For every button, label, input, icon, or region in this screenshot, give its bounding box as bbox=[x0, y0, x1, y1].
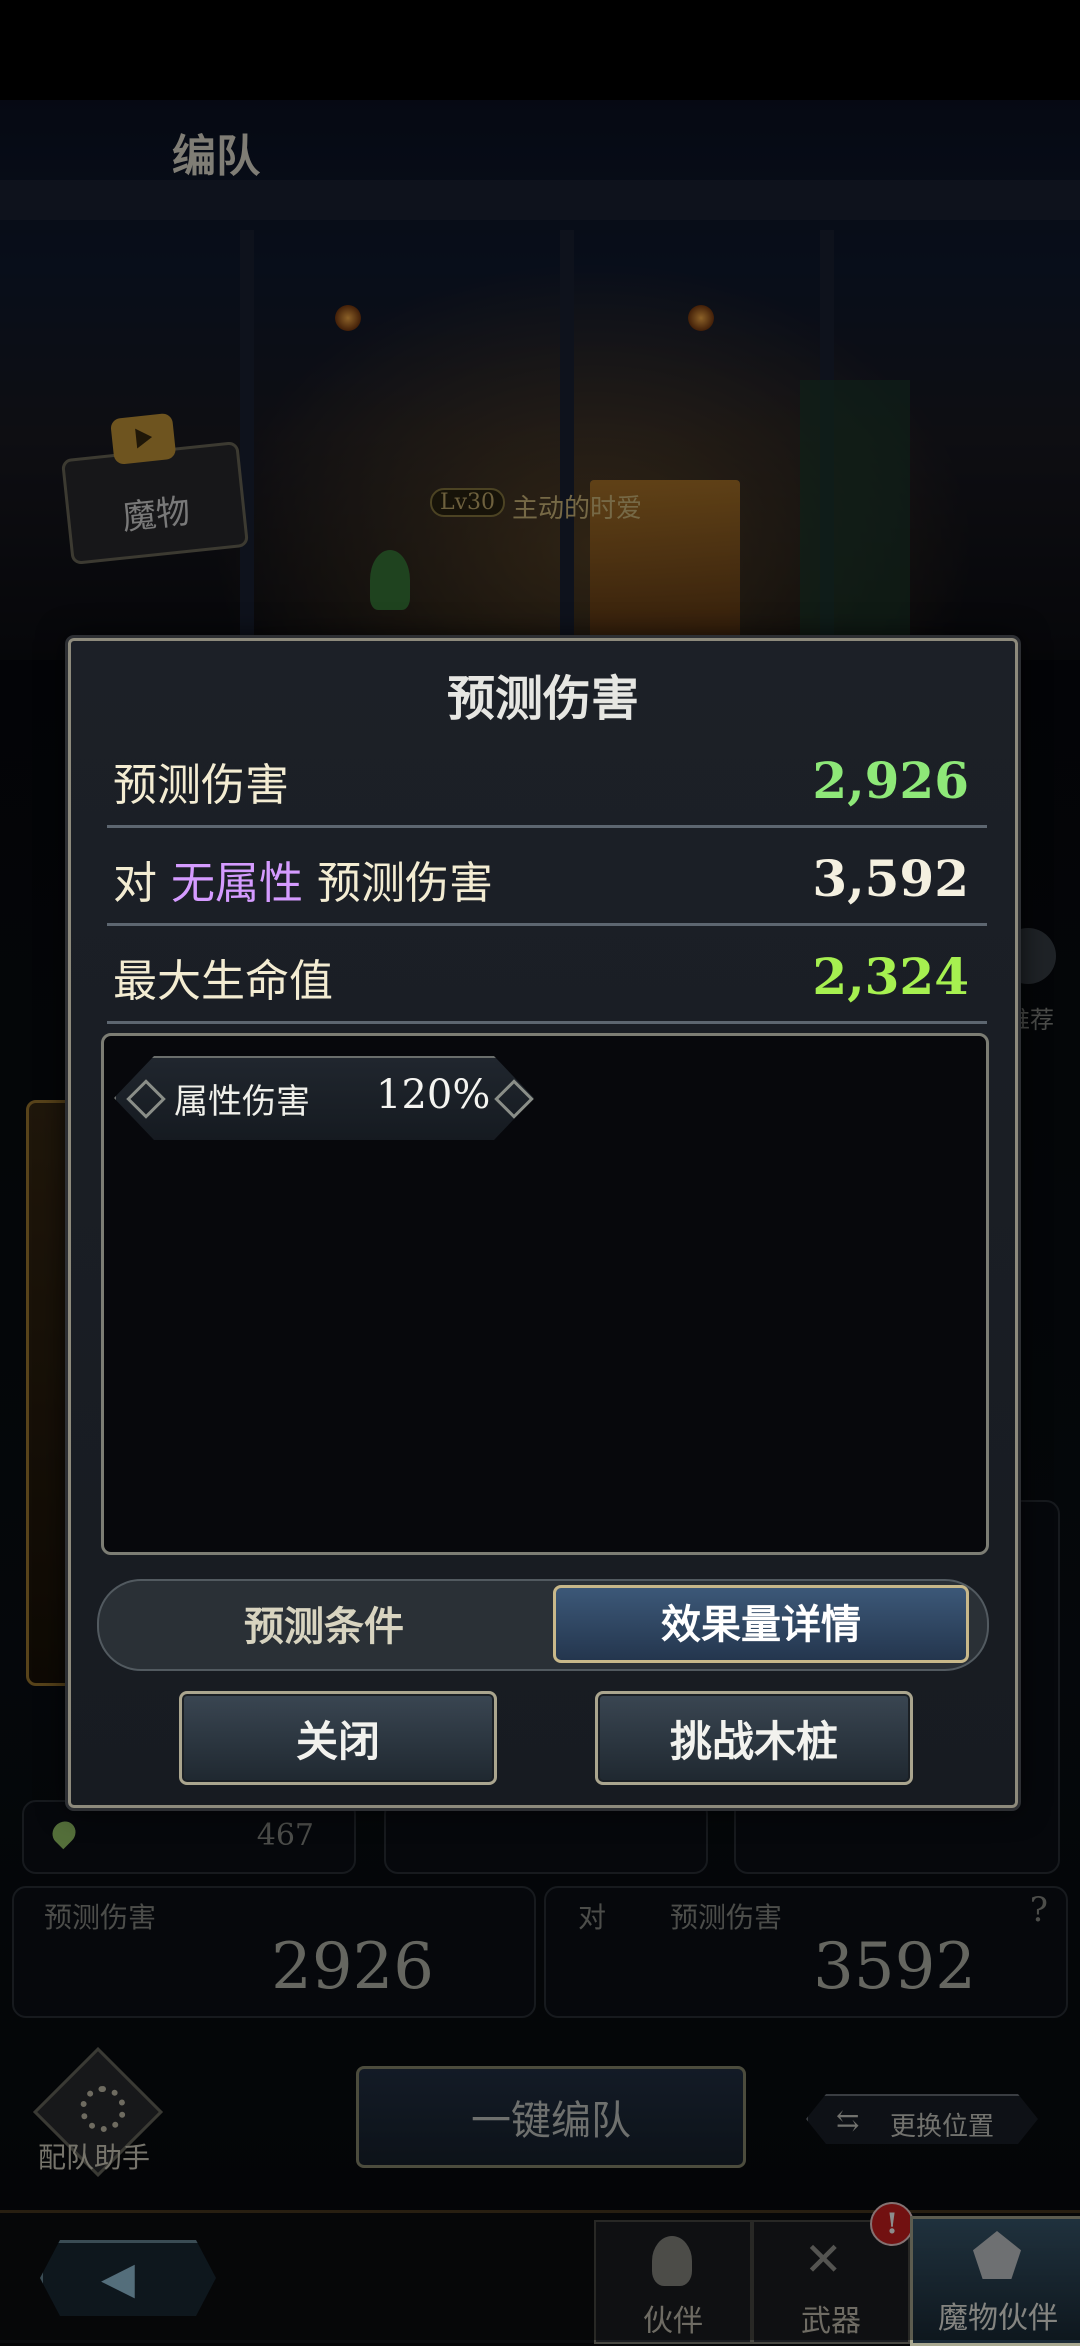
dialog-title: 预测伤害 bbox=[446, 671, 639, 727]
attribute-name: 无属性 bbox=[171, 858, 303, 909]
close-button[interactable]: 关闭 bbox=[179, 1691, 497, 1785]
tab-prediction-conditions[interactable]: 预测条件 bbox=[119, 1587, 529, 1659]
stat-value: 3,592 bbox=[812, 849, 969, 908]
stat-label: 对 无属性 预测伤害 bbox=[113, 847, 493, 911]
stat-value: 2,926 bbox=[812, 751, 969, 810]
tab-effect-details[interactable]: 效果量详情 bbox=[553, 1585, 969, 1657]
predicted-damage-dialog: 预测伤害 预测伤害 2,926 对 无属性 预测伤害 3,592 最大生命值 2… bbox=[68, 638, 1018, 1808]
effect-value: 120% bbox=[376, 1072, 491, 1118]
stat-row-max-hp: 最大生命值 2,324 bbox=[107, 925, 987, 1024]
stat-row-attribute-damage: 对 无属性 预测伤害 3,592 bbox=[107, 827, 987, 926]
dialog-tabs: 预测条件 效果量详情 bbox=[97, 1579, 989, 1671]
stat-label-suffix: 预测伤害 bbox=[317, 858, 493, 909]
stat-label: 预测伤害 bbox=[113, 760, 289, 811]
stat-value: 2,324 bbox=[812, 947, 969, 1006]
challenge-dummy-button[interactable]: 挑战木桩 bbox=[595, 1691, 913, 1785]
stat-label-prefix: 对 bbox=[113, 858, 157, 909]
effects-list: 属性伤害 120% bbox=[101, 1033, 989, 1555]
stat-row-predicted-damage: 预测伤害 2,926 bbox=[107, 729, 987, 828]
effect-name: 属性伤害 bbox=[174, 1082, 310, 1122]
stat-label: 最大生命值 bbox=[113, 956, 333, 1007]
